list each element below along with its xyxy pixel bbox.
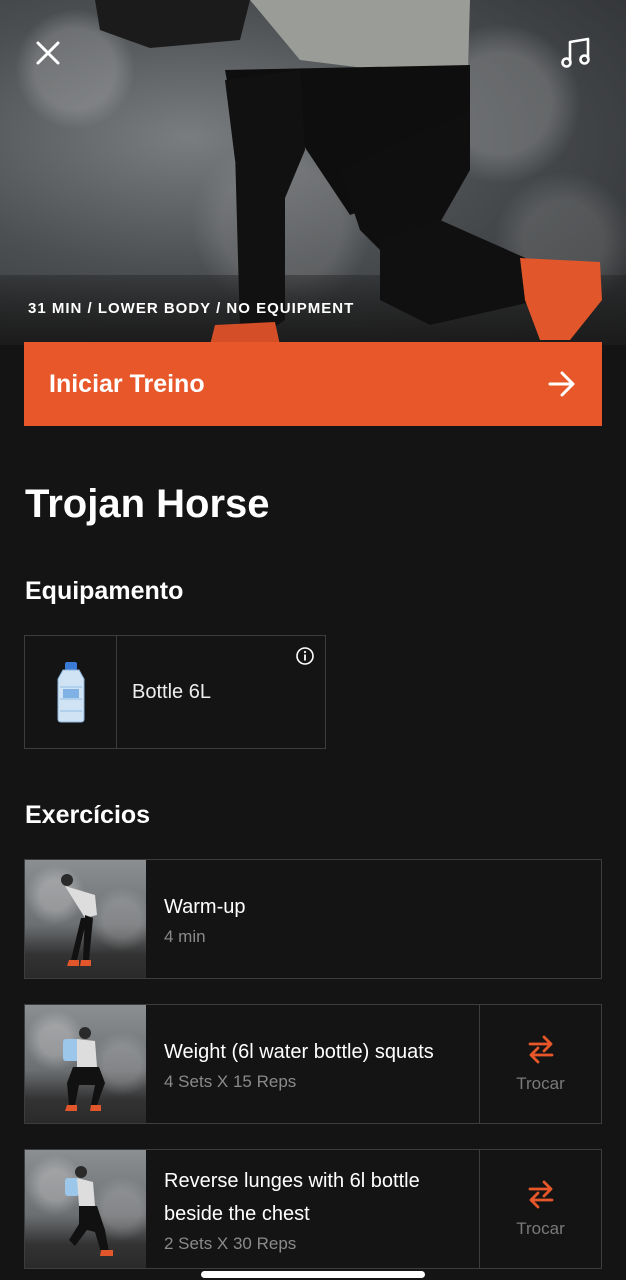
exercise-thumbnail xyxy=(25,1005,146,1123)
water-bottle-icon xyxy=(57,662,84,723)
workout-title: Trojan Horse xyxy=(25,482,270,526)
exercise-meta: 4 Sets X 15 Reps xyxy=(164,1072,297,1091)
swap-label: Trocar xyxy=(516,1219,565,1238)
exercise-thumbnail xyxy=(25,860,146,978)
swap-icon xyxy=(528,1035,553,1064)
exercise-figure xyxy=(61,874,97,966)
swap-exercise-button[interactable]: Trocar xyxy=(479,1150,601,1268)
exercises-heading: Exercícios xyxy=(25,801,151,829)
close-icon xyxy=(36,41,60,65)
exercise-info: Reverse lunges with 6l bottle beside the… xyxy=(146,1150,479,1268)
equipment-heading: Equipamento xyxy=(25,577,184,605)
close-button[interactable] xyxy=(28,33,68,73)
exercise-thumbnail xyxy=(25,1150,146,1268)
start-workout-label: Iniciar Treino xyxy=(49,369,205,398)
equipment-item: Bottle 6L xyxy=(117,636,325,748)
athlete-figure xyxy=(95,0,602,345)
exercise-meta: 2 Sets X 30 Reps xyxy=(164,1233,297,1253)
exercise-figure xyxy=(65,1166,113,1256)
exercise-card[interactable]: Warm-up 4 min xyxy=(24,859,602,979)
workout-meta: 31 MIN / LOWER BODY / NO EQUIPMENT xyxy=(28,300,355,317)
exercise-card[interactable]: Weight (6l water bottle) squats 4 Sets X… xyxy=(24,1004,602,1124)
exercise-info: Weight (6l water bottle) squats 4 Sets X… xyxy=(146,1005,479,1123)
exercise-card[interactable]: Reverse lunges with 6l bottle beside the… xyxy=(24,1149,602,1269)
info-icon[interactable] xyxy=(295,646,315,666)
hero-image: 31 MIN / LOWER BODY / NO EQUIPMENT xyxy=(0,0,626,345)
exercise-info: Warm-up 4 min xyxy=(146,860,601,978)
start-workout-button[interactable]: Iniciar Treino xyxy=(24,342,602,426)
exercise-figure xyxy=(63,1027,105,1111)
exercise-name: Weight (6l water bottle) squats xyxy=(164,1041,434,1063)
equipment-label: Bottle 6L xyxy=(132,680,211,703)
equipment-card[interactable]: Bottle 6L xyxy=(24,635,326,749)
swap-exercise-button[interactable]: Trocar xyxy=(479,1005,601,1123)
exercise-meta: 4 min xyxy=(164,927,206,946)
music-button[interactable] xyxy=(556,33,596,73)
arrow-right-icon xyxy=(548,371,575,397)
exercise-name: Reverse lunges with 6l bottle beside the… xyxy=(164,1169,420,1225)
equipment-thumbnail xyxy=(25,636,117,748)
swap-icon xyxy=(528,1180,553,1209)
home-indicator[interactable] xyxy=(201,1271,425,1278)
music-note-icon xyxy=(561,37,590,68)
swap-label: Trocar xyxy=(516,1074,565,1093)
exercise-name: Warm-up xyxy=(164,896,246,918)
